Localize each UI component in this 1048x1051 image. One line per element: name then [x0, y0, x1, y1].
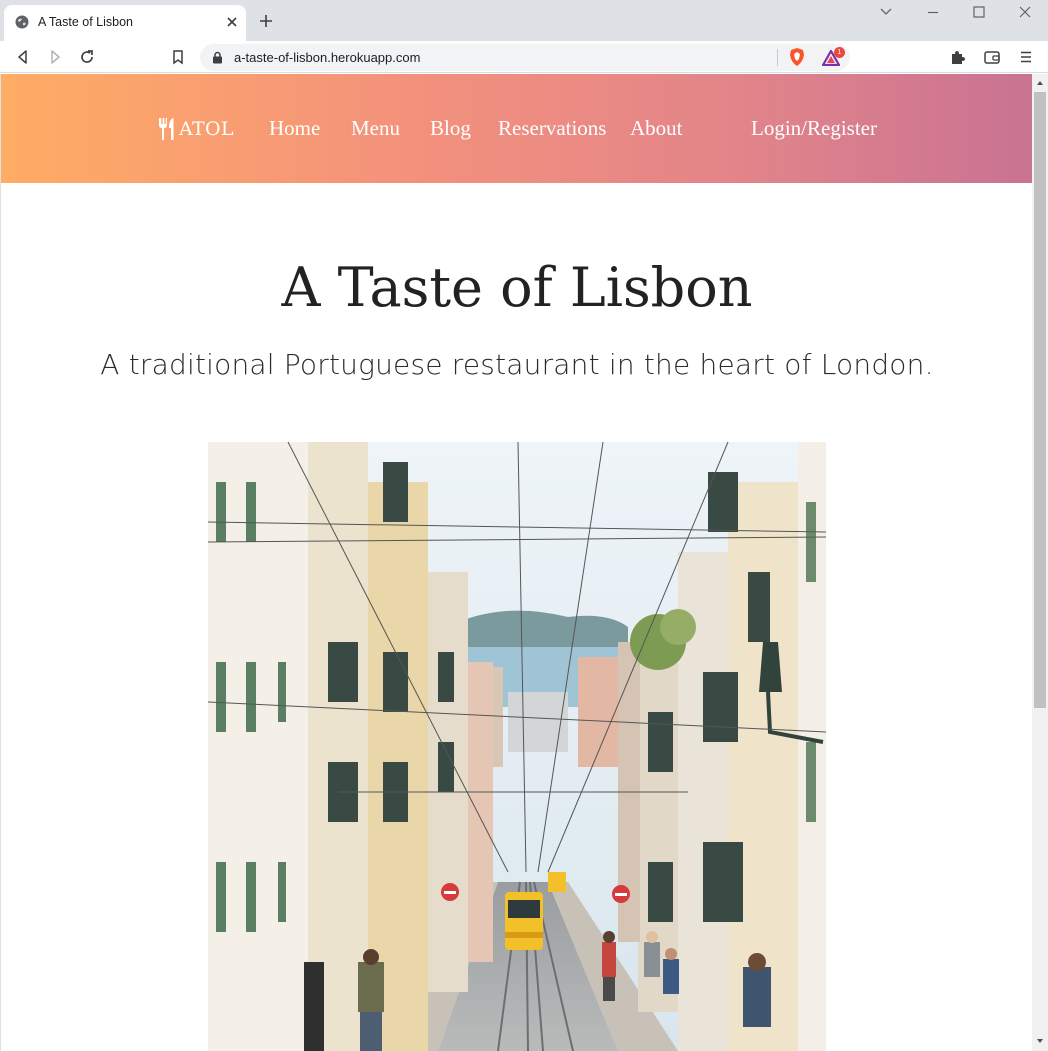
brave-rewards-button[interactable]: 1 — [822, 47, 846, 69]
nav-link-login-register[interactable]: Login/Register — [751, 116, 877, 141]
hero-image-lisbon-tram-street — [208, 442, 826, 1051]
wallet-icon[interactable] — [983, 48, 1001, 66]
tab-search-chevron-icon[interactable] — [879, 5, 893, 19]
forward-icon[interactable] — [46, 48, 64, 66]
page-scrollbar[interactable] — [1032, 74, 1048, 1051]
browser-tab-active[interactable]: A Taste of Lisbon — [4, 5, 246, 41]
page-title: A Taste of Lisbon — [281, 256, 753, 319]
globe-icon — [15, 15, 29, 29]
nav-link-reservations[interactable]: Reservations — [498, 116, 606, 141]
back-icon[interactable] — [14, 48, 32, 66]
minimize-icon[interactable] — [926, 5, 940, 19]
close-window-icon[interactable] — [1018, 5, 1032, 19]
utensils-icon — [159, 118, 174, 140]
lisbon-street-illustration — [208, 442, 826, 1051]
maximize-icon[interactable] — [972, 5, 986, 19]
brand-text: ATOL — [179, 118, 234, 140]
scroll-up-arrow-icon[interactable] — [1036, 79, 1044, 87]
nav-link-about[interactable]: About — [630, 116, 683, 141]
brave-rewards-badge: 1 — [834, 47, 845, 58]
nav-link-menu[interactable]: Menu — [351, 116, 400, 141]
scroll-down-arrow-icon[interactable] — [1036, 1037, 1044, 1045]
site-navbar: ATOL Home Menu Blog Reservations About L… — [1, 74, 1032, 183]
brand-logo[interactable]: ATOL — [157, 115, 234, 143]
lock-icon — [213, 51, 222, 64]
browser-tab-strip: A Taste of Lisbon — [0, 0, 1048, 41]
nav-link-home[interactable]: Home — [269, 116, 320, 141]
menu-hamburger-icon[interactable] — [1017, 48, 1035, 66]
close-tab-icon[interactable] — [224, 14, 240, 30]
reload-icon[interactable] — [78, 48, 96, 66]
new-tab-plus-icon[interactable] — [258, 13, 274, 29]
nav-link-blog[interactable]: Blog — [430, 116, 471, 141]
extensions-puzzle-icon[interactable] — [949, 48, 967, 66]
bookmark-icon[interactable] — [169, 48, 187, 66]
scrollbar-thumb[interactable] — [1034, 92, 1046, 708]
url-text: a-taste-of-lisbon.herokuapp.com — [234, 50, 421, 65]
page-viewport: ATOL Home Menu Blog Reservations About L… — [0, 74, 1032, 1051]
tab-title: A Taste of Lisbon — [38, 15, 133, 29]
brave-shield-icon[interactable] — [788, 47, 806, 67]
page-subtitle: A traditional Portuguese restaurant in t… — [100, 348, 934, 381]
address-bar[interactable]: a-taste-of-lisbon.herokuapp.com 1 — [200, 44, 850, 71]
address-bar-divider — [777, 49, 778, 66]
browser-toolbar: a-taste-of-lisbon.herokuapp.com 1 — [0, 41, 1048, 73]
